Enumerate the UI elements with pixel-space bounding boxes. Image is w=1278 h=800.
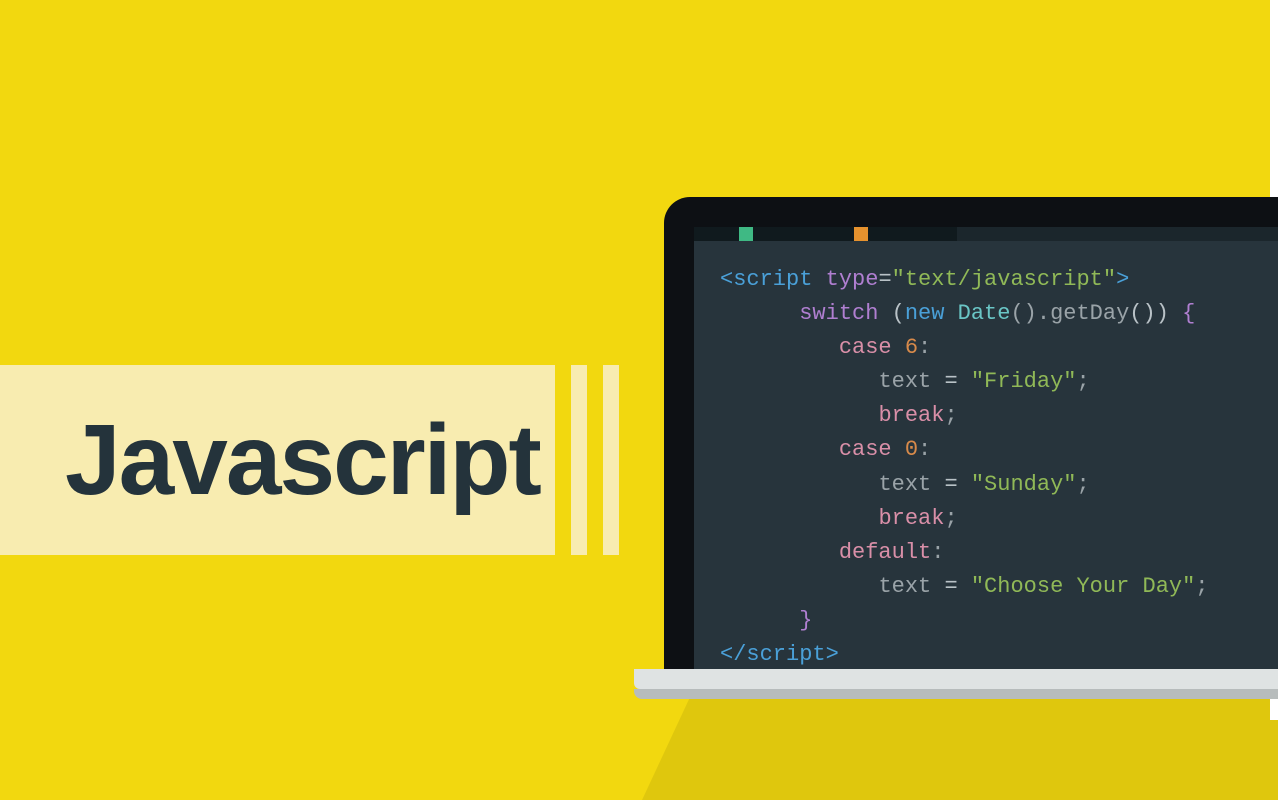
code-block: <script type="text/javascript"> switch (…	[694, 241, 1278, 672]
method-getday: getDay	[1050, 301, 1129, 326]
rparen: ())	[1129, 301, 1182, 326]
brace-close: }	[799, 608, 812, 633]
num-6: 6	[905, 335, 918, 360]
title-band-main: Javascript	[0, 365, 555, 555]
laptop-bezel: <script type="text/javascript"> switch (…	[664, 197, 1278, 677]
assign: =	[931, 369, 971, 394]
str-sunday: "Sunday"	[971, 472, 1077, 497]
title-band: Javascript	[0, 365, 619, 555]
sp	[892, 335, 905, 360]
colon: :	[918, 437, 931, 462]
semi: ;	[1076, 369, 1089, 394]
tab-area-right	[957, 227, 1278, 241]
title-text: Javascript	[65, 403, 540, 518]
kw-new: new	[905, 301, 958, 326]
var-text: text	[878, 574, 931, 599]
editor-tabbar	[694, 227, 1278, 241]
semi: ;	[1076, 472, 1089, 497]
semi: ;	[1195, 574, 1208, 599]
tag-gt: >	[826, 642, 839, 667]
var-text: text	[878, 472, 931, 497]
type-date: Date	[958, 301, 1011, 326]
kw-break: break	[878, 506, 944, 531]
brace-open: {	[1182, 301, 1195, 326]
lparen: (	[878, 301, 904, 326]
var-text: text	[878, 369, 931, 394]
laptop: <script type="text/javascript"> switch (…	[664, 197, 1278, 727]
colon: :	[918, 335, 931, 360]
semi: ;	[944, 403, 957, 428]
kw-break: break	[878, 403, 944, 428]
tab-indicator-green	[739, 227, 753, 241]
title-band-stripe-2	[603, 365, 619, 555]
semi: ;	[944, 506, 957, 531]
kw-default: default	[839, 540, 931, 565]
num-0: 0	[905, 437, 918, 462]
kw-case: case	[839, 437, 892, 462]
str-friday: "Friday"	[971, 369, 1077, 394]
laptop-screen: <script type="text/javascript"> switch (…	[694, 227, 1278, 677]
tag-end: </script	[720, 642, 826, 667]
kw-switch: switch	[799, 301, 878, 326]
attr-name: type	[826, 267, 879, 292]
tag-close: >	[1116, 267, 1129, 292]
tab-indicator-orange	[854, 227, 868, 241]
sp	[892, 437, 905, 462]
call-dot: ().	[1010, 301, 1050, 326]
laptop-base-lip	[634, 689, 1278, 699]
attr-value: "text/javascript"	[892, 267, 1116, 292]
kw-case: case	[839, 335, 892, 360]
str-choose: "Choose Your Day"	[971, 574, 1195, 599]
tag-open: <script	[720, 267, 812, 292]
equals: =	[878, 267, 891, 292]
title-band-stripe-1	[571, 365, 587, 555]
colon: :	[931, 540, 944, 565]
laptop-base	[634, 669, 1278, 689]
assign: =	[931, 472, 971, 497]
assign: =	[931, 574, 971, 599]
